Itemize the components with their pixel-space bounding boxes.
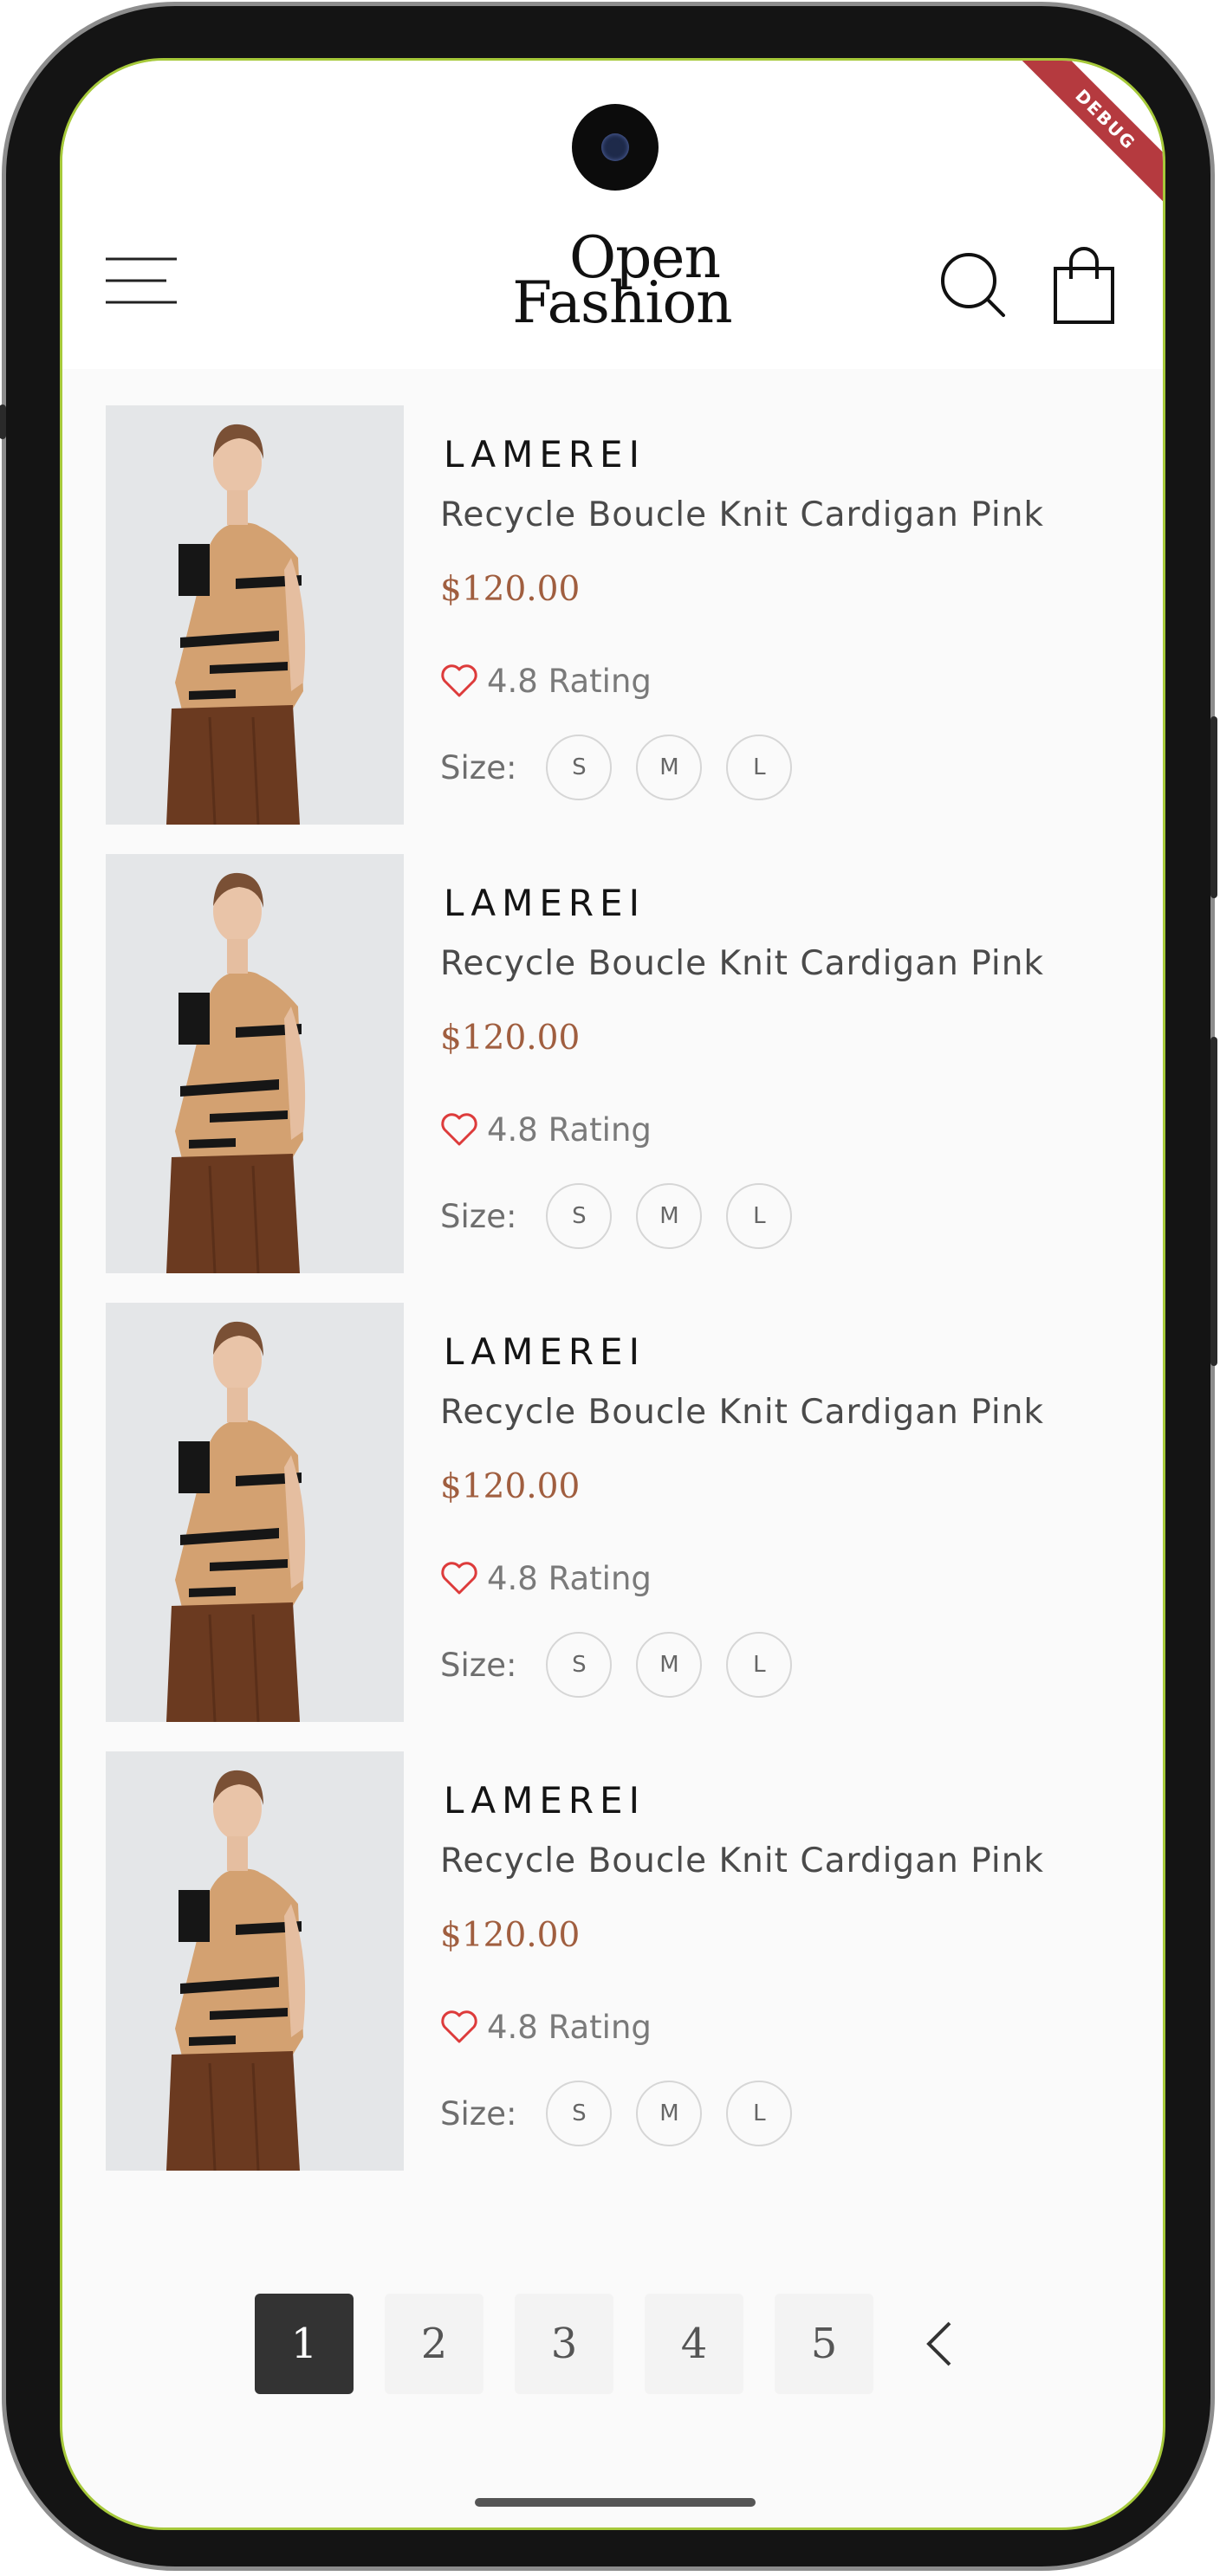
product-price: $120.00: [440, 1019, 581, 1058]
front-camera: [572, 104, 659, 191]
product-rating: 4.8 Rating: [440, 1109, 652, 1150]
shopping-bag-button[interactable]: [1050, 244, 1119, 327]
size-option-l[interactable]: L: [726, 1632, 793, 1698]
size-selector: Size: S M L: [440, 735, 816, 800]
size-label: Size:: [440, 2094, 517, 2133]
size-selector: Size: S M L: [440, 1632, 816, 1698]
volume-button: [1210, 1037, 1217, 1366]
product-brand: LAMEREI: [444, 433, 646, 476]
hamburger-menu-icon: [106, 257, 177, 304]
product-card[interactable]: LAMEREI Recycle Boucle Knit Cardigan Pin…: [106, 405, 1128, 825]
product-rating: 4.8 Rating: [440, 660, 652, 702]
size-label: Size:: [440, 1646, 517, 1684]
size-option-s[interactable]: S: [546, 1183, 613, 1249]
product-card[interactable]: LAMEREI Recycle Boucle Knit Cardigan Pin…: [106, 1303, 1128, 1722]
size-option-l[interactable]: L: [726, 2081, 793, 2146]
product-price: $120.00: [440, 570, 581, 609]
heart-icon[interactable]: [440, 1561, 478, 1595]
product-image[interactable]: [106, 1751, 404, 2171]
size-option-m[interactable]: M: [636, 2081, 703, 2146]
search-icon: [941, 253, 1005, 317]
size-label: Size:: [440, 1197, 517, 1235]
product-price: $120.00: [440, 1467, 581, 1506]
product-card[interactable]: LAMEREI Recycle Boucle Knit Cardigan Pin…: [106, 1751, 1128, 2171]
rating-text: 4.8 Rating: [487, 662, 652, 700]
product-card[interactable]: LAMEREI Recycle Boucle Knit Cardigan Pin…: [106, 854, 1128, 1273]
product-name[interactable]: Recycle Boucle Knit Cardigan Pink: [440, 1841, 1044, 1880]
rating-text: 4.8 Rating: [487, 2008, 652, 2046]
size-selector: Size: S M L: [440, 1183, 816, 1249]
size-label: Size:: [440, 748, 517, 786]
product-image[interactable]: [106, 405, 404, 825]
product-brand: LAMEREI: [444, 882, 646, 924]
rating-text: 4.8 Rating: [487, 1559, 652, 1597]
app-logo[interactable]: Open Fashion: [492, 230, 752, 336]
size-option-m[interactable]: M: [636, 1183, 703, 1249]
app-screen: DEBUG Open Fashion LAMEREI Recycle Boucl…: [60, 58, 1165, 2530]
size-option-s[interactable]: S: [546, 2081, 613, 2146]
size-option-m[interactable]: M: [636, 735, 703, 800]
product-brand: LAMEREI: [444, 1330, 646, 1373]
rating-text: 4.8 Rating: [487, 1110, 652, 1149]
size-selector: Size: S M L: [440, 2081, 816, 2146]
phone-frame: DEBUG Open Fashion LAMEREI Recycle Boucl…: [0, 2, 1217, 2571]
size-option-s[interactable]: S: [546, 1632, 613, 1698]
product-image[interactable]: [106, 1303, 404, 1722]
power-button: [1210, 716, 1217, 898]
page-button-1[interactable]: 1: [255, 2294, 354, 2394]
size-option-m[interactable]: M: [636, 1632, 703, 1698]
product-name[interactable]: Recycle Boucle Knit Cardigan Pink: [440, 1393, 1044, 1432]
search-button[interactable]: [936, 248, 1014, 326]
page-button-4[interactable]: 4: [645, 2294, 743, 2394]
logo-line-fashion: Fashion: [512, 269, 732, 336]
page-button-3[interactable]: 3: [515, 2294, 613, 2394]
product-price: $120.00: [440, 1916, 581, 1955]
page-button-2[interactable]: 2: [385, 2294, 483, 2394]
page-button-5[interactable]: 5: [775, 2294, 873, 2394]
debug-banner: DEBUG: [1013, 61, 1163, 212]
heart-icon[interactable]: [440, 1112, 478, 1147]
heart-icon[interactable]: [440, 663, 478, 698]
product-name[interactable]: Recycle Boucle Knit Cardigan Pink: [440, 944, 1044, 983]
volume-up-button: [0, 405, 6, 439]
size-option-s[interactable]: S: [546, 735, 613, 800]
home-indicator[interactable]: [475, 2498, 756, 2507]
size-option-l[interactable]: L: [726, 1183, 793, 1249]
heart-icon[interactable]: [440, 2010, 478, 2044]
app-header: DEBUG Open Fashion: [62, 61, 1163, 369]
prev-page-button[interactable]: [905, 2294, 974, 2394]
product-brand: LAMEREI: [444, 1779, 646, 1822]
chevron-left-icon: [926, 2321, 951, 2366]
product-name[interactable]: Recycle Boucle Knit Cardigan Pink: [440, 495, 1044, 534]
shopping-bag-icon: [1054, 247, 1114, 324]
size-option-l[interactable]: L: [726, 735, 793, 800]
product-rating: 4.8 Rating: [440, 2006, 652, 2048]
menu-button[interactable]: [106, 256, 177, 305]
product-image[interactable]: [106, 854, 404, 1273]
product-rating: 4.8 Rating: [440, 1557, 652, 1599]
